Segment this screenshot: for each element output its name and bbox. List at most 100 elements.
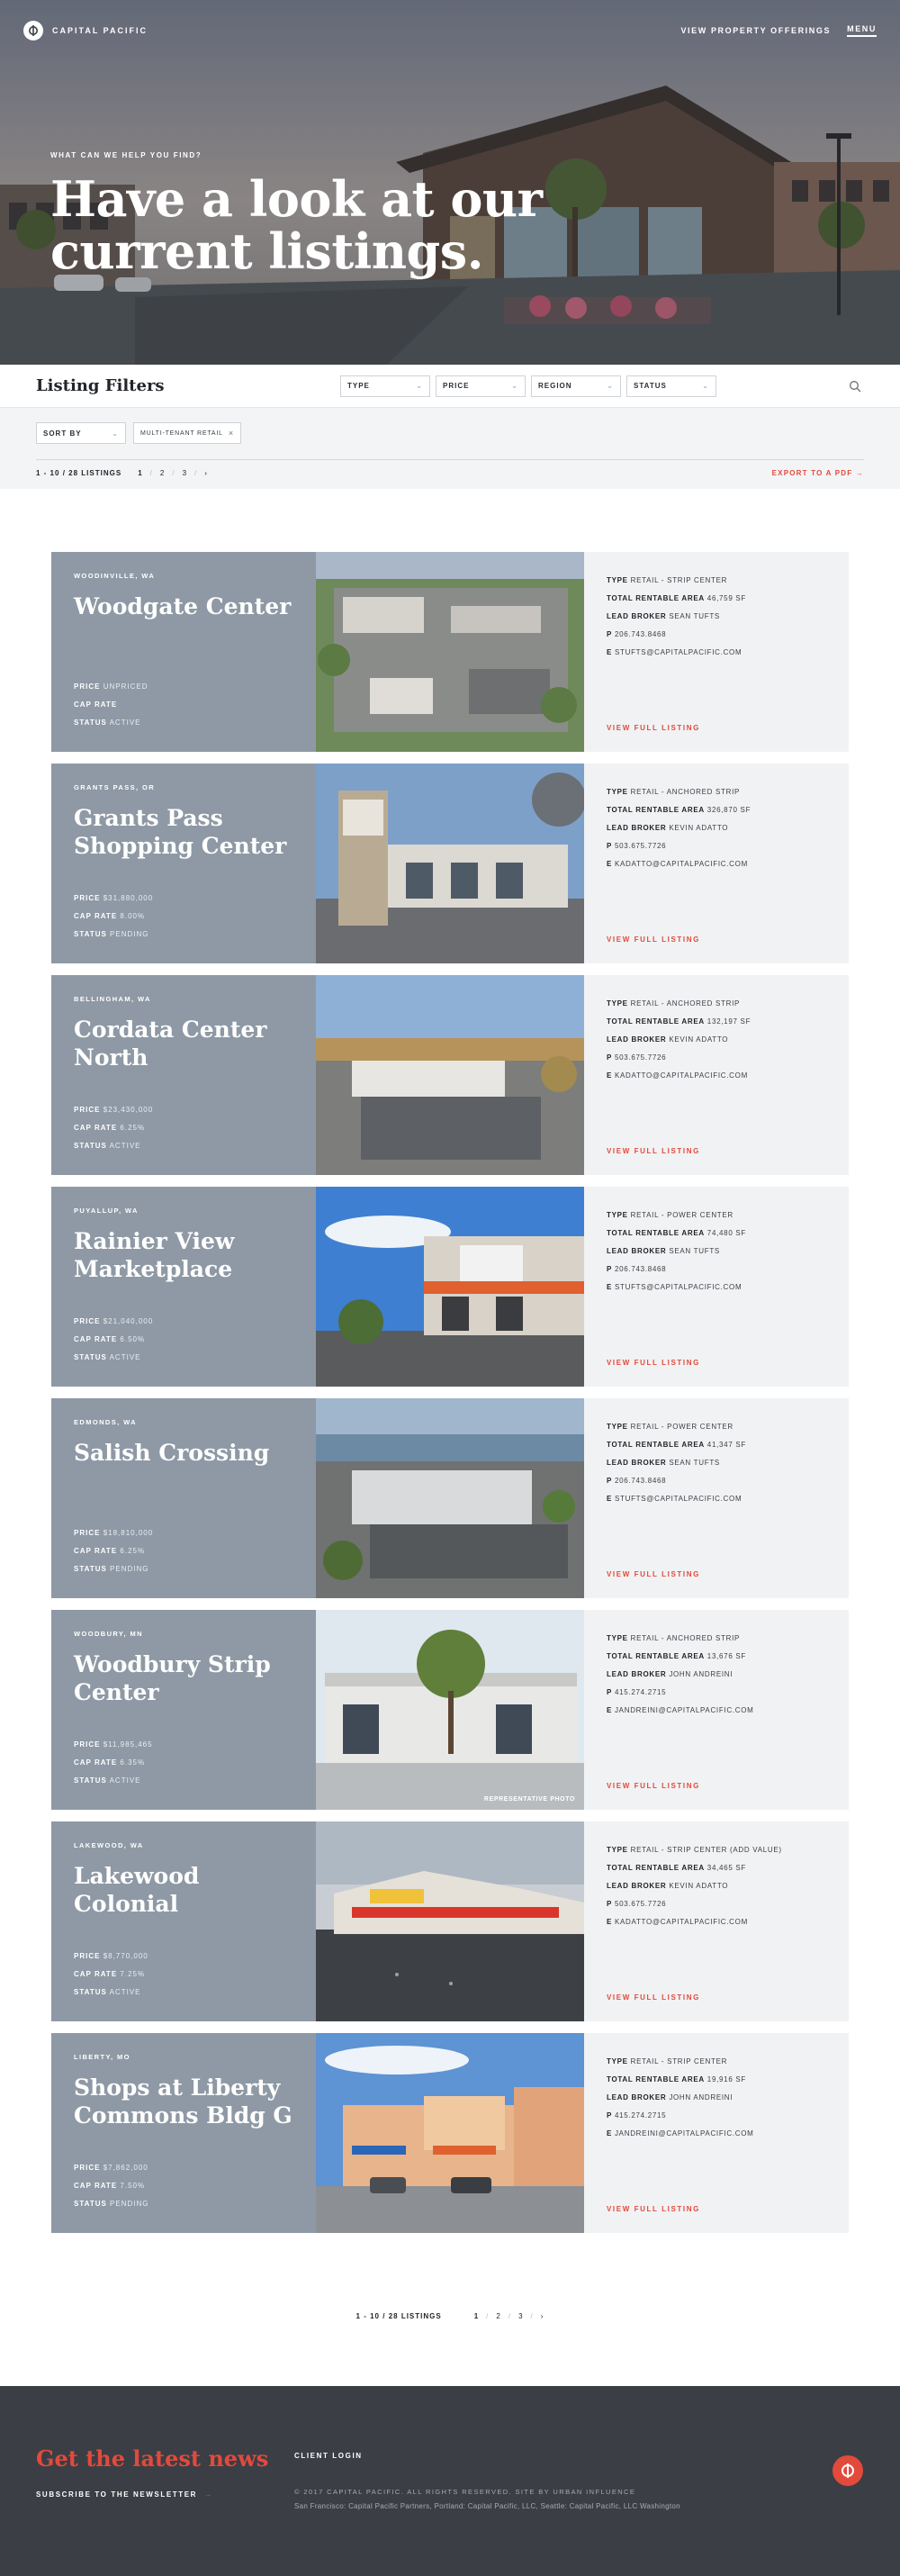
- listing-phone[interactable]: 415.274.2715: [615, 1688, 666, 1696]
- arrow-right-icon: →: [204, 2490, 213, 2499]
- page-link-3[interactable]: 3: [183, 469, 187, 477]
- listing-phone[interactable]: 503.675.7726: [615, 842, 666, 850]
- listing-photo[interactable]: REPRESENTATIVE PHOTO: [316, 1610, 584, 1810]
- listing-price: $21,040,000: [103, 1317, 154, 1325]
- listing-area: 326,870 SF: [706, 806, 752, 814]
- listing-cap-rate: 6.25%: [120, 1547, 146, 1555]
- listing-phone[interactable]: 206.743.8468: [615, 1477, 666, 1485]
- close-icon[interactable]: ×: [229, 429, 234, 438]
- logo[interactable]: CAPITAL PACIFIC: [23, 21, 148, 41]
- listing-phone[interactable]: 206.743.8468: [615, 630, 666, 638]
- view-full-listing-link[interactable]: VIEW FULL LISTING: [607, 935, 700, 944]
- listing-email[interactable]: STUFTS@CAPITALPACIFIC.COM: [615, 1283, 742, 1291]
- listing-summary[interactable]: WOODINVILLE, WA Woodgate Center PRICE UN…: [51, 552, 316, 752]
- representative-photo-note: REPRESENTATIVE PHOTO: [483, 1796, 575, 1803]
- status-label: STATUS: [74, 930, 107, 938]
- cap-rate-label: CAP RATE: [74, 1335, 118, 1343]
- filter-status-select[interactable]: STATUS ⌄: [626, 375, 716, 397]
- total-area-label: TOTAL RENTABLE AREA: [607, 806, 705, 814]
- listing-count: 1 - 10 / 28 LISTINGS: [356, 2312, 442, 2320]
- menu-button[interactable]: MENU: [847, 24, 877, 37]
- filter-price-select[interactable]: PRICE ⌄: [436, 375, 526, 397]
- listing-email[interactable]: STUFTS@CAPITALPACIFIC.COM: [615, 1495, 742, 1503]
- view-full-listing-link[interactable]: VIEW FULL LISTING: [607, 1782, 700, 1790]
- subscribe-newsletter-link[interactable]: SUBSCRIBE TO THE NEWSLETTER →: [36, 2490, 213, 2499]
- active-filter-chip: MULTI-TENANT RETAIL ×: [133, 422, 241, 444]
- listing-summary[interactable]: LIBERTY, MO Shops at Liberty Commons Bld…: [51, 2033, 316, 2233]
- listing-summary[interactable]: LAKEWOOD, WA Lakewood Colonial PRICE $8,…: [51, 1821, 316, 2021]
- listing-status: PENDING: [110, 1565, 149, 1573]
- listing-location: WOODBURY, MN: [74, 1630, 143, 1638]
- listing-email[interactable]: JANDREINI@CAPITALPACIFIC.COM: [615, 1706, 754, 1714]
- listing-photo[interactable]: [316, 764, 584, 963]
- total-area-label: TOTAL RENTABLE AREA: [607, 1229, 705, 1237]
- filter-region-select[interactable]: REGION ⌄: [531, 375, 621, 397]
- search-button[interactable]: [846, 377, 864, 395]
- filter-type-select[interactable]: TYPE ⌄: [340, 375, 430, 397]
- page-link-1[interactable]: 1: [138, 469, 142, 477]
- listing-card: PUYALLUP, WA Rainier View Marketplace PR…: [51, 1187, 849, 1387]
- listing-area: 132,197 SF: [706, 1017, 752, 1026]
- listing-email[interactable]: KADATTO@CAPITALPACIFIC.COM: [615, 1071, 748, 1080]
- listing-summary[interactable]: WOODBURY, MN Woodbury Strip Center PRICE…: [51, 1610, 316, 1810]
- page-link-2[interactable]: 2: [496, 2312, 500, 2320]
- listing-summary[interactable]: BELLINGHAM, WA Cordata Center North PRIC…: [51, 975, 316, 1175]
- client-login-link[interactable]: CLIENT LOGIN: [294, 2452, 363, 2460]
- listing-phone[interactable]: 415.274.2715: [615, 2111, 666, 2120]
- view-full-listing-link[interactable]: VIEW FULL LISTING: [607, 1570, 700, 1578]
- listing-info: TYPE RETAIL - STRIP CENTER (ADD VALUE) T…: [607, 1841, 826, 1931]
- type-label: TYPE: [607, 2057, 628, 2065]
- page-separator: /: [486, 2312, 490, 2320]
- listing-summary[interactable]: PUYALLUP, WA Rainier View Marketplace PR…: [51, 1187, 316, 1387]
- listing-photo[interactable]: [316, 552, 584, 752]
- listing-summary[interactable]: EDMONDS, WA Salish Crossing PRICE $18,81…: [51, 1398, 316, 1598]
- listing-phone[interactable]: 206.743.8468: [615, 1265, 666, 1273]
- pager: 1 / 2 / 3 / ›: [138, 469, 208, 477]
- listing-status: ACTIVE: [109, 1353, 141, 1361]
- listing-status: ACTIVE: [109, 1142, 141, 1150]
- listing-location: WOODINVILLE, WA: [74, 572, 156, 580]
- listing-email[interactable]: JANDREINI@CAPITALPACIFIC.COM: [615, 2129, 754, 2138]
- chevron-down-icon: ⌄: [112, 429, 119, 438]
- listing-photo[interactable]: [316, 1398, 584, 1598]
- next-page-icon[interactable]: ›: [204, 469, 208, 477]
- listing-email[interactable]: KADATTO@CAPITALPACIFIC.COM: [615, 1918, 748, 1926]
- page-separator: /: [194, 469, 198, 477]
- view-full-listing-link[interactable]: VIEW FULL LISTING: [607, 1147, 700, 1155]
- listing-email[interactable]: STUFTS@CAPITALPACIFIC.COM: [615, 648, 742, 656]
- page-link-3[interactable]: 3: [518, 2312, 523, 2320]
- listing-photo[interactable]: [316, 1821, 584, 2021]
- view-full-listing-link[interactable]: VIEW FULL LISTING: [607, 2205, 700, 2213]
- export-pdf-link[interactable]: EXPORT TO A PDF →: [772, 469, 864, 477]
- listing-phone[interactable]: 503.675.7726: [615, 1053, 666, 1062]
- listing-info: TYPE RETAIL - ANCHORED STRIP TOTAL RENTA…: [607, 1630, 826, 1720]
- view-full-listing-link[interactable]: VIEW FULL LISTING: [607, 1993, 700, 2002]
- type-label: TYPE: [607, 576, 628, 584]
- view-property-offerings-link[interactable]: VIEW PROPERTY OFFERINGS: [680, 26, 831, 35]
- cap-rate-label: CAP RATE: [74, 1547, 118, 1555]
- listing-filters-heading: Listing Filters: [36, 376, 165, 395]
- sort-by-select[interactable]: SORT BY ⌄: [36, 422, 126, 444]
- hero-title-line-2: current listings.: [50, 222, 484, 280]
- page-separator: /: [530, 2312, 534, 2320]
- price-label: PRICE: [74, 682, 101, 691]
- listing-photo[interactable]: [316, 1187, 584, 1387]
- hero-title-line-1: Have a look at our: [50, 170, 543, 228]
- phone-label: P: [607, 1477, 613, 1485]
- sort-by-label: SORT BY: [43, 429, 82, 438]
- listing-photo[interactable]: [316, 2033, 584, 2233]
- footer-logo-icon[interactable]: [832, 2455, 863, 2486]
- page-link-2[interactable]: 2: [160, 469, 165, 477]
- view-full-listing-link[interactable]: VIEW FULL LISTING: [607, 1359, 700, 1367]
- listing-summary[interactable]: GRANTS PASS, OR Grants Pass Shopping Cen…: [51, 764, 316, 963]
- listing-photo[interactable]: [316, 975, 584, 1175]
- page-link-1[interactable]: 1: [474, 2312, 479, 2320]
- phone-label: P: [607, 842, 613, 850]
- listing-email[interactable]: KADATTO@CAPITALPACIFIC.COM: [615, 860, 748, 868]
- site-footer: Get the latest news SUBSCRIBE TO THE NEW…: [0, 2386, 900, 2576]
- view-full-listing-link[interactable]: VIEW FULL LISTING: [607, 724, 700, 732]
- email-label: E: [607, 1918, 613, 1926]
- listing-phone[interactable]: 503.675.7726: [615, 1900, 666, 1908]
- next-page-icon[interactable]: ›: [541, 2312, 544, 2320]
- listing-facts: PRICE $31,880,000 CAP RATE 8.00% STATUS …: [74, 890, 153, 944]
